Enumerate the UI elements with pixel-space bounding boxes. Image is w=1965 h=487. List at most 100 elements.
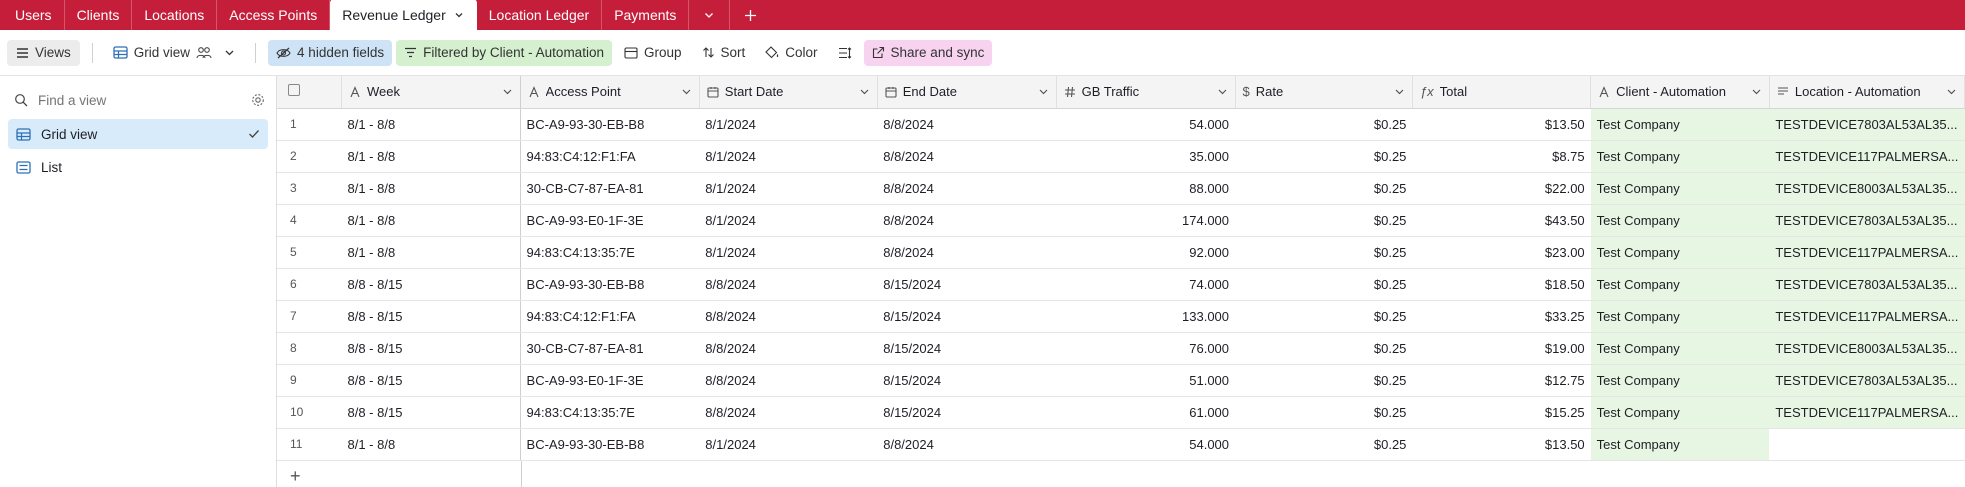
cell-start-date[interactable]: 8/8/2024	[699, 268, 878, 301]
chevron-down-icon[interactable]	[1217, 86, 1228, 97]
cell-client-automation[interactable]: Test Company	[1590, 204, 1770, 237]
cell-total[interactable]: $13.50	[1412, 428, 1591, 461]
share-sync-button[interactable]: Share and sync	[863, 39, 993, 66]
cell-start-date[interactable]: 8/8/2024	[699, 332, 878, 365]
tab-locations[interactable]: Locations	[132, 0, 218, 30]
cell-gb-traffic[interactable]: 133.000	[1056, 300, 1236, 333]
cell-client-automation[interactable]: Test Company	[1590, 268, 1770, 301]
cell-access-point[interactable]: 94:83:C4:12:F1:FA	[520, 140, 700, 173]
column-header-total[interactable]: ƒx Total	[1412, 76, 1592, 109]
sidebar-item-list[interactable]: List	[8, 152, 268, 182]
select-all-header[interactable]	[277, 76, 342, 109]
cell-week[interactable]: 8/8 - 8/15	[341, 268, 521, 301]
cell-end-date[interactable]: 8/8/2024	[877, 236, 1057, 269]
cell-client-automation[interactable]: Test Company	[1590, 300, 1770, 333]
cell-location-automation[interactable]: TESTDEVICE8003AL53AL35...	[1769, 172, 1965, 205]
cell-access-point[interactable]: 30-CB-C7-87-EA-81	[520, 172, 700, 205]
column-header-gb-traffic[interactable]: GB Traffic	[1056, 76, 1236, 109]
cell-rate[interactable]: $0.25	[1235, 204, 1413, 237]
cell-start-date[interactable]: 8/8/2024	[699, 396, 878, 429]
chevron-down-icon[interactable]	[1038, 86, 1049, 97]
cell-client-automation[interactable]: Test Company	[1590, 140, 1770, 173]
cell-end-date[interactable]: 8/8/2024	[877, 108, 1057, 141]
tab-revenue-ledger[interactable]: Revenue Ledger	[330, 0, 477, 30]
cell-end-date[interactable]: 8/15/2024	[877, 268, 1057, 301]
cell-start-date[interactable]: 8/1/2024	[699, 140, 878, 173]
chevron-down-icon[interactable]	[1946, 86, 1957, 97]
table-row[interactable]: 8 8/8 - 8/15 30-CB-C7-87-EA-81 8/8/2024 8/15…	[277, 332, 1965, 365]
cell-location-automation[interactable]: TESTDEVICE117PALMERSA...	[1769, 236, 1965, 269]
cell-week[interactable]: 8/1 - 8/8	[341, 140, 521, 173]
cell-total[interactable]: $13.50	[1412, 108, 1591, 141]
more-tables-button[interactable]	[689, 0, 731, 30]
row-height-button[interactable]	[830, 40, 860, 66]
view-switcher-button[interactable]: Grid view	[105, 40, 243, 66]
cell-gb-traffic[interactable]: 88.000	[1056, 172, 1236, 205]
color-button[interactable]: Color	[757, 40, 825, 66]
sidebar-item-grid-view[interactable]: Grid view	[8, 119, 268, 149]
cell-client-automation[interactable]: Test Company	[1590, 236, 1770, 269]
cell-client-automation[interactable]: Test Company	[1590, 172, 1770, 205]
table-row[interactable]: 7 8/8 - 8/15 94:83:C4:12:F1:FA 8/8/2024 8/15…	[277, 300, 1965, 333]
add-record-button[interactable]: +	[277, 460, 522, 487]
find-view-field[interactable]: Find a view	[14, 84, 265, 116]
cell-access-point[interactable]: BC-A9-93-E0-1F-3E	[520, 204, 700, 237]
cell-access-point[interactable]: 94:83:C4:12:F1:FA	[520, 300, 700, 333]
cell-total[interactable]: $19.00	[1412, 332, 1591, 365]
cell-week[interactable]: 8/1 - 8/8	[341, 172, 521, 205]
chevron-down-icon[interactable]	[502, 86, 513, 97]
cell-end-date[interactable]: 8/15/2024	[877, 300, 1057, 333]
chevron-down-icon[interactable]	[1751, 86, 1762, 97]
cell-gb-traffic[interactable]: 35.000	[1056, 140, 1236, 173]
cell-week[interactable]: 8/1 - 8/8	[341, 108, 521, 141]
cell-access-point[interactable]: BC-A9-93-30-EB-B8	[520, 428, 700, 461]
cell-rate[interactable]: $0.25	[1235, 364, 1413, 397]
column-header-week[interactable]: Week	[341, 76, 521, 109]
cell-end-date[interactable]: 8/15/2024	[877, 396, 1057, 429]
cell-rate[interactable]: $0.25	[1235, 428, 1413, 461]
cell-total[interactable]: $8.75	[1412, 140, 1591, 173]
cell-week[interactable]: 8/1 - 8/8	[341, 236, 521, 269]
cell-location-automation[interactable]: TESTDEVICE7803AL53AL35...	[1769, 108, 1965, 141]
cell-start-date[interactable]: 8/1/2024	[699, 204, 878, 237]
cell-end-date[interactable]: 8/8/2024	[877, 140, 1057, 173]
cell-gb-traffic[interactable]: 76.000	[1056, 332, 1236, 365]
views-toggle-button[interactable]: Views	[7, 39, 80, 66]
cell-total[interactable]: $22.00	[1412, 172, 1591, 205]
cell-client-automation[interactable]: Test Company	[1590, 332, 1770, 365]
table-row[interactable]: 5 8/1 - 8/8 94:83:C4:13:35:7E 8/1/2024 8/8/2…	[277, 236, 1965, 269]
column-header-client-automation[interactable]: Client - Automation	[1590, 76, 1770, 109]
cell-rate[interactable]: $0.25	[1235, 268, 1413, 301]
cell-start-date[interactable]: 8/1/2024	[699, 428, 878, 461]
column-header-end-date[interactable]: End Date	[877, 76, 1057, 109]
cell-total[interactable]: $33.25	[1412, 300, 1591, 333]
tab-location-ledger[interactable]: Location Ledger	[477, 0, 603, 30]
cell-rate[interactable]: $0.25	[1235, 396, 1413, 429]
chevron-down-icon[interactable]	[681, 86, 692, 97]
cell-rate[interactable]: $0.25	[1235, 332, 1413, 365]
cell-total[interactable]: $43.50	[1412, 204, 1591, 237]
column-header-start-date[interactable]: Start Date	[699, 76, 878, 109]
chevron-down-icon[interactable]	[1394, 86, 1405, 97]
cell-end-date[interactable]: 8/15/2024	[877, 332, 1057, 365]
cell-location-automation[interactable]: TESTDEVICE117PALMERSA...	[1769, 396, 1965, 429]
tab-payments[interactable]: Payments	[602, 0, 690, 30]
cell-rate[interactable]: $0.25	[1235, 108, 1413, 141]
cell-week[interactable]: 8/1 - 8/8	[341, 204, 521, 237]
cell-total[interactable]: $18.50	[1412, 268, 1591, 301]
tab-clients[interactable]: Clients	[65, 0, 133, 30]
cell-location-automation[interactable]: TESTDEVICE7803AL53AL35...	[1769, 204, 1965, 237]
cell-week[interactable]: 8/8 - 8/15	[341, 332, 521, 365]
cell-access-point[interactable]: 94:83:C4:13:35:7E	[520, 396, 700, 429]
cell-gb-traffic[interactable]: 74.000	[1056, 268, 1236, 301]
chevron-down-icon[interactable]	[859, 86, 870, 97]
hide-fields-button[interactable]: 4 hidden fields	[268, 39, 393, 66]
cell-end-date[interactable]: 8/8/2024	[877, 204, 1057, 237]
cell-gb-traffic[interactable]: 61.000	[1056, 396, 1236, 429]
table-row[interactable]: 10 8/8 - 8/15 94:83:C4:13:35:7E 8/8/2024 8/1…	[277, 396, 1965, 429]
table-row[interactable]: 2 8/1 - 8/8 94:83:C4:12:F1:FA 8/1/2024 8/8/2…	[277, 140, 1965, 173]
column-header-location-automation[interactable]: Location - Automation	[1769, 76, 1965, 109]
cell-gb-traffic[interactable]: 174.000	[1056, 204, 1236, 237]
cell-total[interactable]: $15.25	[1412, 396, 1591, 429]
cell-location-automation[interactable]: TESTDEVICE117PALMERSA...	[1769, 140, 1965, 173]
